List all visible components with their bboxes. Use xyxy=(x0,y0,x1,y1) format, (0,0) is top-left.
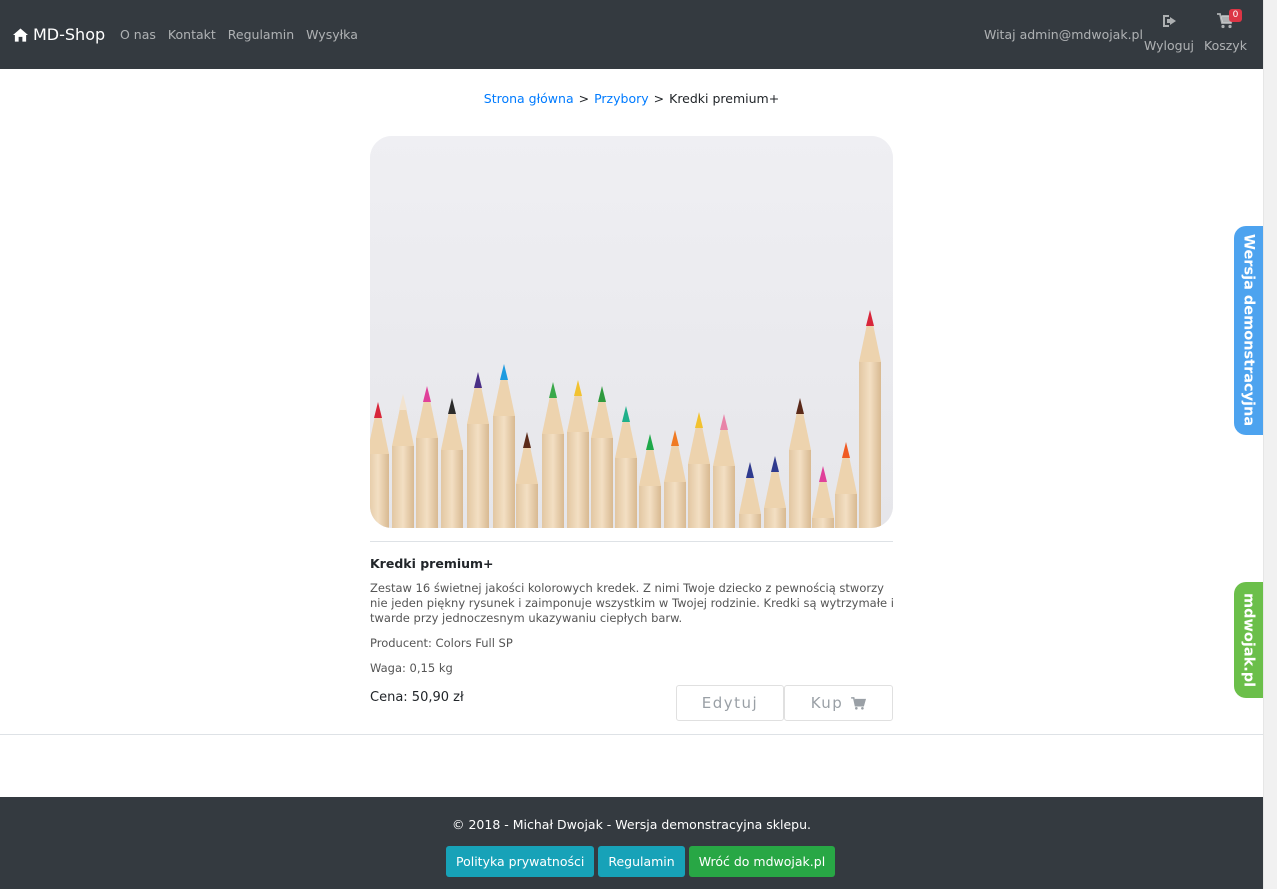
brand-name: MD-Shop xyxy=(33,25,106,44)
breadcrumb: Strona główna > Przybory > Kredki premium+ xyxy=(0,91,1263,106)
product-name: Kredki premium+ xyxy=(370,556,494,571)
terms-button[interactable]: Regulamin xyxy=(598,846,685,877)
product-producer: Producent: Colors Full SP xyxy=(370,636,513,650)
pencil-body xyxy=(370,454,389,528)
nav-links: O nas Kontakt Regulamin Wysyłka xyxy=(120,27,358,42)
pencil-body xyxy=(835,494,857,528)
product-description: Zestaw 16 świetnej jakości kolorowych kr… xyxy=(370,581,894,625)
product-weight: Waga: 0,15 kg xyxy=(370,661,453,675)
cart-count-badge: 0 xyxy=(1229,9,1242,22)
pencil-body xyxy=(441,450,463,528)
top-navbar: MD-Shop O nas Kontakt Regulamin Wysyłka … xyxy=(0,0,1263,69)
breadcrumb-current: Kredki premium+ xyxy=(669,91,780,106)
pencil-body xyxy=(739,514,761,528)
breadcrumb-category-link[interactable]: Przybory xyxy=(594,91,649,106)
product-price: Cena: 50,90 zł xyxy=(370,690,464,705)
logout-button[interactable]: Wyloguj xyxy=(1144,13,1194,53)
copyright-text: © 2018 - Michał Dwojak - Wersja demonstr… xyxy=(451,817,811,832)
pencil-body xyxy=(688,464,710,528)
site-link-tab[interactable]: mdwojak.pl xyxy=(1234,582,1263,698)
breadcrumb-home-link[interactable]: Strona główna xyxy=(484,91,574,106)
edit-label: Edytuj xyxy=(701,694,759,712)
pencil-body xyxy=(567,432,589,528)
pencil-body xyxy=(812,518,834,528)
pencil-body xyxy=(392,446,414,528)
sign-out-icon xyxy=(1162,15,1176,27)
cart-label: Koszyk xyxy=(1204,38,1247,53)
buy-label: Kup xyxy=(810,694,844,712)
pencil-body xyxy=(516,484,538,528)
pencil-body xyxy=(493,416,515,528)
pencil-body xyxy=(713,466,735,528)
product-image xyxy=(370,136,893,528)
pencil-body xyxy=(859,362,881,528)
demo-version-tab[interactable]: Wersja demonstracyjna xyxy=(1234,226,1263,435)
pencil-body xyxy=(542,434,564,528)
pencil-body xyxy=(615,458,637,528)
content-divider xyxy=(0,734,1263,735)
breadcrumb-separator: > xyxy=(578,91,590,106)
pencil-body xyxy=(591,438,613,528)
home-icon xyxy=(13,27,28,42)
nav-link-contact[interactable]: Kontakt xyxy=(168,27,216,42)
footer: © 2018 - Michał Dwojak - Wersja demonstr… xyxy=(0,797,1263,889)
user-greeting: Witaj admin@mdwojak.pl xyxy=(984,27,1143,42)
site-link-label: mdwojak.pl xyxy=(1240,592,1257,688)
cart-button[interactable]: 0 Koszyk xyxy=(1204,9,1247,53)
logout-label: Wyloguj xyxy=(1144,38,1194,53)
back-to-site-button[interactable]: Wróć do mdwojak.pl xyxy=(688,846,836,877)
edit-button[interactable]: Edytuj xyxy=(676,685,784,721)
demo-version-label: Wersja demonstracyjna xyxy=(1240,234,1257,427)
page-scrollbar[interactable] xyxy=(1263,0,1277,889)
pencil-body xyxy=(764,508,786,528)
pencil-body xyxy=(416,438,438,528)
pencil-body xyxy=(789,450,811,528)
privacy-policy-button[interactable]: Polityka prywatności xyxy=(446,846,595,877)
breadcrumb-separator: > xyxy=(653,91,665,106)
nav-link-terms[interactable]: Regulamin xyxy=(228,27,294,42)
cart-plus-icon xyxy=(851,696,867,710)
pencil-body xyxy=(664,482,686,528)
brand-link[interactable]: MD-Shop xyxy=(13,25,105,44)
footer-buttons: Polityka prywatności Regulamin Wróć do m… xyxy=(446,846,836,877)
pencil-body xyxy=(639,486,661,528)
nav-link-about[interactable]: O nas xyxy=(120,27,156,42)
buy-button[interactable]: Kup xyxy=(784,685,893,721)
product-divider xyxy=(370,541,893,542)
pencil-body xyxy=(467,424,489,528)
nav-link-shipping[interactable]: Wysyłka xyxy=(306,27,358,42)
